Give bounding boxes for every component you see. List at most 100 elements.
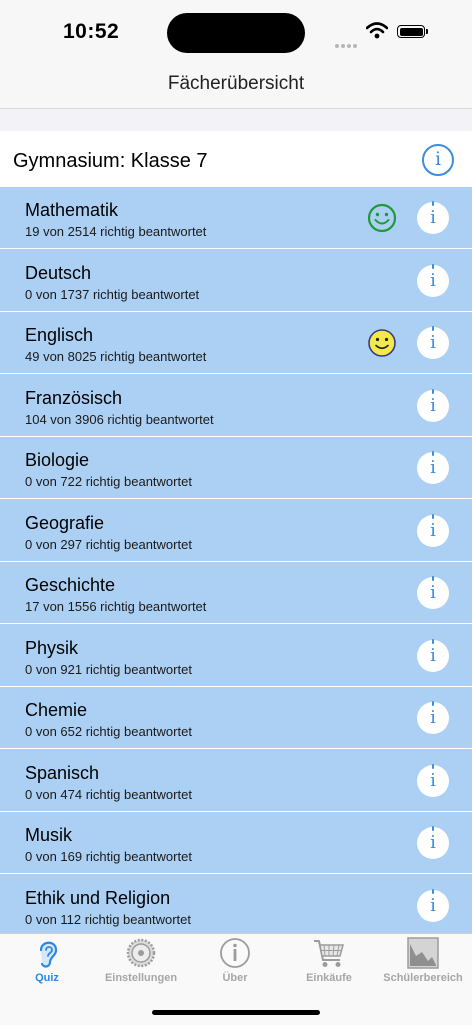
subject-progress: 104 von 3906 richtig beantwortet: [25, 412, 214, 427]
subject-name: Geschichte: [25, 575, 116, 595]
navigation-bar: Fächerübersicht: [0, 64, 472, 109]
progress-ring-tick: [432, 201, 434, 206]
dynamic-island: [167, 13, 305, 53]
info-icon: i: [430, 395, 436, 416]
subject-name: Spanisch: [25, 763, 100, 783]
progress-ring-tick: [432, 701, 434, 706]
subject-progress: 0 von 112 richtig beantwortet: [25, 912, 191, 927]
section-info-button[interactable]: i: [422, 144, 454, 176]
subject-info-button[interactable]: i: [417, 639, 449, 672]
progress-ring-tick: [432, 326, 434, 331]
subject-row[interactable]: Biologie 0 von 722 richtig beantwortet i: [0, 437, 472, 499]
subject-info-button[interactable]: i: [417, 264, 449, 297]
gear-icon: [126, 938, 156, 968]
info-icon: i: [430, 770, 436, 791]
smiley-green-icon: [367, 203, 397, 233]
tab-label: Schülerbereich: [383, 972, 463, 984]
subject-name: Chemie: [25, 700, 88, 720]
ear-icon: [39, 941, 58, 968]
subject-info-button[interactable]: i: [417, 764, 449, 797]
smiley-yellow-icon: [368, 329, 396, 357]
subject-name: Musik: [25, 825, 73, 845]
subject-row[interactable]: Deutsch 0 von 1737 richtig beantwortet i: [0, 250, 472, 312]
subject-progress: 0 von 169 richtig beantwortet: [25, 849, 192, 864]
subject-row[interactable]: Französisch 104 von 3906 richtig beantwor…: [0, 375, 472, 437]
progress-ring-tick: [432, 826, 434, 831]
subject-info-button[interactable]: i: [417, 389, 449, 422]
subject-name: Englisch: [25, 325, 94, 345]
tab-settings[interactable]: Einstellungen: [94, 934, 188, 994]
progress-ring-tick: [432, 639, 434, 644]
subject-row[interactable]: Musik 0 von 169 richtig beantwortet i: [0, 812, 472, 874]
info-icon: i: [430, 520, 436, 541]
subject-progress: 0 von 921 richtig beantwortet: [25, 662, 192, 677]
progress-ring-tick: [432, 764, 434, 769]
tab-label: Einstellungen: [104, 972, 178, 984]
subject-row[interactable]: Geografie 0 von 297 richtig beantwortet i: [0, 500, 472, 562]
subject-info-button[interactable]: i: [417, 201, 449, 234]
subject-progress: 0 von 297 richtig beantwortet: [25, 537, 192, 552]
progress-ring-tick: [432, 576, 434, 581]
subject-info-button[interactable]: i: [417, 326, 449, 359]
info-icon: i: [430, 832, 436, 853]
tab-label: Einkäufe: [306, 972, 352, 984]
subject-info-button[interactable]: i: [417, 889, 449, 922]
subject-row[interactable]: Chemie 0 von 652 richtig beantwortet i: [0, 687, 472, 749]
cellular-signal-icon: [335, 35, 359, 53]
status-time: 10:52: [63, 20, 120, 43]
subject-row[interactable]: Spanisch 0 von 474 richtig beantwortet i: [0, 750, 472, 812]
subject-progress: 0 von 652 richtig beantwortet: [25, 724, 192, 739]
tab-purchases[interactable]: Einkäufe: [282, 934, 376, 994]
subject-progress: 19 von 2514 richtig beantwortet: [25, 224, 207, 239]
subject-info-button[interactable]: i: [417, 514, 449, 547]
subject-name: Geografie: [25, 513, 105, 533]
tab-about[interactable]: Über: [188, 934, 282, 994]
progress-ring-tick: [432, 889, 434, 894]
subject-row[interactable]: Ethik und Religion 0 von 112 richtig bean…: [0, 875, 472, 933]
info-icon: i: [430, 707, 436, 728]
status-bar: 10:52: [0, 0, 472, 64]
subject-row[interactable]: Mathematik 19 von 2514 richtig beantworte…: [0, 187, 472, 249]
info-icon: i: [430, 457, 436, 478]
tab-student-area[interactable]: Schülerbereich: [376, 934, 470, 994]
tab-label: Quiz: [35, 972, 59, 984]
subject-row[interactable]: Englisch 49 von 8025 richtig beantwortet i: [0, 312, 472, 374]
subject-name: Physik: [25, 638, 79, 658]
subject-progress: 0 von 722 richtig beantwortet: [25, 474, 192, 489]
section-spacer: [0, 109, 472, 131]
page-title: Fächerübersicht: [167, 73, 305, 94]
info-icon: i: [430, 645, 436, 666]
tab-label: Über: [222, 972, 248, 984]
battery-cap: [426, 29, 428, 34]
subject-list[interactable]: Mathematik 19 von 2514 richtig beantworte…: [0, 187, 472, 933]
info-icon: i: [430, 207, 436, 228]
subject-name: Mathematik: [25, 200, 119, 220]
subject-progress: 0 von 474 richtig beantwortet: [25, 787, 192, 802]
tab-quiz[interactable]: Quiz: [0, 934, 94, 994]
subject-progress: 0 von 1737 richtig beantwortet: [25, 287, 200, 302]
info-icon: i: [430, 332, 436, 353]
section-header: Gymnasium: Klasse 7: [0, 131, 472, 187]
subject-info-button[interactable]: i: [417, 451, 449, 484]
subject-info-button[interactable]: i: [417, 826, 449, 859]
subject-row[interactable]: Geschichte 17 von 1556 richtig beantworte…: [0, 562, 472, 624]
progress-ring-tick: [432, 514, 434, 519]
info-icon: [220, 938, 250, 968]
wifi-icon: [366, 22, 388, 39]
subject-info-button[interactable]: i: [417, 701, 449, 734]
progress-ring-tick: [432, 451, 434, 456]
subject-progress: 49 von 8025 richtig beantwortet: [25, 349, 207, 364]
home-indicator: [152, 1010, 320, 1015]
progress-ring-tick: [432, 264, 434, 269]
battery-icon: [397, 25, 425, 38]
cart-icon: [314, 940, 344, 967]
subject-name: Biologie: [25, 450, 90, 470]
section-title: Gymnasium: Klasse 7: [13, 150, 208, 172]
info-icon: i: [430, 582, 436, 603]
subject-info-button[interactable]: i: [417, 576, 449, 609]
info-icon: i: [434, 148, 442, 170]
subject-name: Ethik und Religion: [25, 888, 171, 908]
info-icon: i: [430, 895, 436, 916]
subject-row[interactable]: Physik 0 von 921 richtig beantwortet i: [0, 625, 472, 687]
subject-name: Französisch: [25, 388, 123, 408]
